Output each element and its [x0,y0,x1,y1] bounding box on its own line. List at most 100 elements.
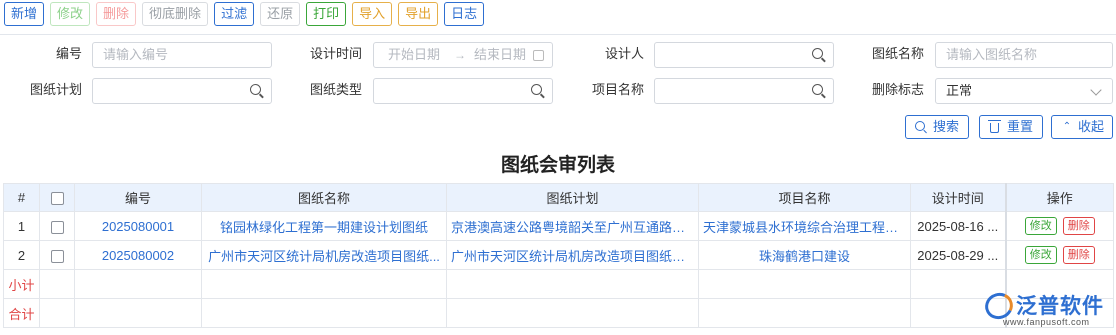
logo-url: www.fanpusoft.com [1003,317,1090,327]
start-date-placeholder: 开始日期 [388,47,441,62]
row-drawing-name[interactable]: 铭园林绿化工程第一期建设计划图纸 [201,211,447,241]
drawing-plan-input[interactable] [92,78,272,104]
code-input[interactable]: 请输入编号 [92,42,272,68]
page-title: 图纸会审列表 [500,154,615,176]
restore-button[interactable]: 还原 [260,2,301,26]
delete-button[interactable]: 删除 [96,2,137,26]
column-header-index: # [3,183,40,212]
row-select-cell [39,240,75,270]
row-index: 1 [3,211,40,241]
empty-cell [201,269,447,299]
drawing-name-input[interactable]: 请输入图纸名称 [935,42,1113,68]
add-button[interactable]: 新增 [4,2,45,26]
empty-cell [201,298,447,328]
filter-button[interactable]: 过滤 [214,2,255,26]
collapse-button-label: 收起 [1078,119,1105,134]
fanpu-logo: 泛普软件 www.fanpusoft.com [981,288,1113,332]
project-name-input[interactable] [654,78,834,104]
row-select-cell [39,211,75,241]
search-button[interactable]: 搜索 [905,115,969,139]
empty-cell [698,269,911,299]
subtotal-row: 小计 [3,269,1114,299]
project-name-label: 项目名称 [591,82,644,97]
row-drawing-name[interactable]: 广州市天河区统计局机房改造项目图纸... [201,240,447,270]
search-button-label: 搜索 [932,119,959,134]
design-time-label: 设计时间 [309,46,362,61]
total-row: 合计 [3,298,1114,328]
row-index: 2 [3,240,40,270]
drawing-type-input[interactable] [373,78,553,104]
row-actions: 修改 删除 [1004,211,1114,241]
row-code-link[interactable]: 2025080001 [74,211,202,241]
empty-cell [74,298,202,328]
search-icon[interactable] [812,48,823,59]
toolbar: 新增 修改 删除 彻底删除 过滤 还原 打印 导入 导出 日志 [4,2,485,26]
column-header-actions: 操作 [1004,183,1114,212]
row-drawing-plan[interactable]: 京港澳高速公路粤境韶关至广州互通路面... [446,211,699,241]
column-header-code[interactable]: 编号 [74,183,202,212]
reset-button-label: 重置 [1006,119,1033,134]
toolbar-divider [0,34,1116,35]
row-drawing-plan[interactable]: 广州市天河区统计局机房改造项目图纸计划 [446,240,699,270]
search-icon[interactable] [812,84,823,95]
reset-button[interactable]: 重置 [979,115,1043,139]
code-label: 编号 [55,46,82,61]
chevron-down-icon [1090,84,1102,96]
print-button[interactable]: 打印 [306,2,347,26]
permanent-delete-button[interactable]: 彻底删除 [142,2,209,26]
import-button[interactable]: 导入 [352,2,393,26]
logo-name: 泛普软件 [1016,294,1104,318]
column-header-drawing-name[interactable]: 图纸名称 [201,183,447,212]
drawing-name-label: 图纸名称 [871,46,924,61]
row-delete-button[interactable]: 删除 [1062,217,1095,235]
end-date-placeholder: 结束日期 [474,47,527,62]
delete-flag-value: 正常 [946,83,973,98]
row-checkbox[interactable] [50,249,64,263]
designer-input[interactable] [654,42,834,68]
trash-icon [988,120,1001,133]
table-header-row: # 编号 图纸名称 图纸计划 项目名称 设计时间 操作 [3,183,1114,212]
delete-flag-select[interactable]: 正常 [935,78,1113,104]
row-delete-button[interactable]: 删除 [1062,246,1095,264]
row-design-time: 2025-08-16 ... [910,211,1006,241]
drawing-type-label: 图纸类型 [309,82,362,97]
row-project-name[interactable]: 天津蒙城县水环境综合治理工程设... [698,211,911,241]
column-header-design-time[interactable]: 设计时间 [910,183,1006,212]
log-button[interactable]: 日志 [444,2,485,26]
table-row[interactable]: 1 2025080001 铭园林绿化工程第一期建设计划图纸 京港澳高速公路粤境韶… [3,211,1114,241]
empty-cell [698,298,911,328]
empty-cell [39,269,75,299]
collapse-icon: ⌃ [1062,121,1072,132]
designer-label: 设计人 [604,46,644,61]
table-row[interactable]: 2 2025080002 广州市天河区统计局机房改造项目图纸... 广州市天河区… [3,240,1114,270]
design-time-range[interactable]: 开始日期 → 结束日期 [373,42,553,68]
row-design-time: 2025-08-29 ... [910,240,1006,270]
search-icon[interactable] [250,84,261,95]
empty-cell [446,269,699,299]
drawing-name-placeholder: 请输入图纸名称 [946,47,1038,62]
row-checkbox[interactable] [50,220,64,234]
drawing-review-table: # 编号 图纸名称 图纸计划 项目名称 设计时间 操作 1 2025080001… [3,183,1114,328]
search-icon[interactable] [531,84,542,95]
code-placeholder: 请输入编号 [103,47,169,62]
subtotal-label: 小计 [3,269,40,299]
row-edit-button[interactable]: 修改 [1024,246,1057,264]
column-header-select [39,183,75,212]
empty-cell [39,298,75,328]
edit-button[interactable]: 修改 [50,2,91,26]
empty-cell [74,269,202,299]
column-header-project-name[interactable]: 项目名称 [698,183,911,212]
row-project-name[interactable]: 珠海鹤港口建设 [698,240,911,270]
total-label: 合计 [3,298,40,328]
calendar-icon [533,50,544,61]
export-button[interactable]: 导出 [398,2,439,26]
column-header-drawing-plan[interactable]: 图纸计划 [446,183,699,212]
delete-flag-label: 删除标志 [871,82,924,97]
row-edit-button[interactable]: 修改 [1024,217,1057,235]
select-all-checkbox[interactable] [50,192,64,206]
row-code-link[interactable]: 2025080002 [74,240,202,270]
drawing-plan-label: 图纸计划 [29,82,82,97]
empty-cell [446,298,699,328]
collapse-button[interactable]: ⌃ 收起 [1051,115,1113,139]
date-range-arrow: → [454,48,466,62]
